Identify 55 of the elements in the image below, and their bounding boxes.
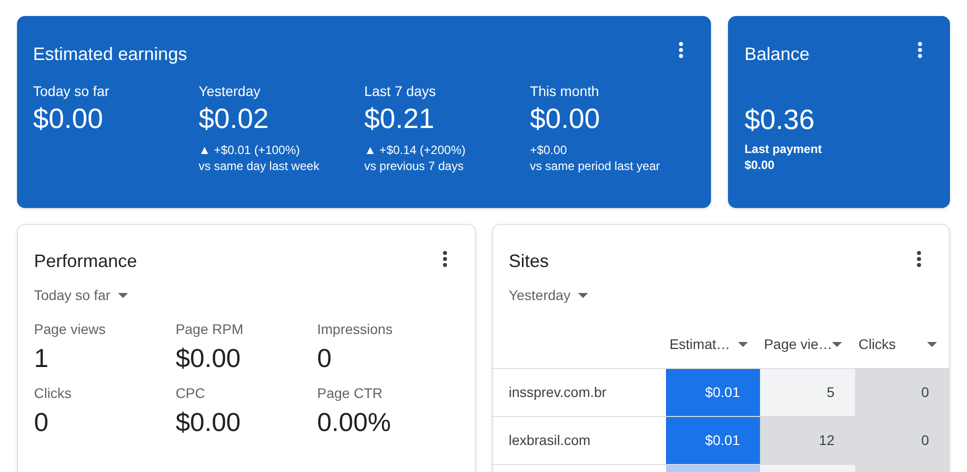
metric-value: $0.02 [198,102,270,136]
column-header[interactable]: Clicks [854,334,949,355]
card-title: Sites [508,250,549,273]
change-text: +$0.00 [530,142,568,158]
column-header[interactable]: Estimat… [665,334,760,355]
last-payment-label: Last payment [744,141,823,157]
metric-label: Today so far [33,82,110,100]
comparison-text: vs previous 7 days [364,158,465,174]
change-text: ▲ +$0.01 (+100%) [198,142,301,158]
heatmap-cell: $0.01 [666,417,760,464]
change-text: ▲ +$0.14 (+200%) [364,142,466,158]
comparison-text: vs same day last week [198,158,320,174]
caret-icon [578,293,588,298]
metric-label: Last 7 days [364,82,437,100]
metric-value: $0.00 [33,102,104,136]
metric-value: $0.00 [176,342,242,374]
caret-icon [832,342,842,347]
metric-value: $0.00 [530,102,601,136]
heatmap-cell: 5 [760,369,854,416]
card-title: Balance [744,43,810,66]
metric-label: Impressions [317,320,394,338]
metric-label: Page RPM [176,320,244,338]
metric-value: 1 [34,342,50,374]
column-header[interactable]: Page vie… [760,334,854,355]
caret-icon [926,342,937,347]
metric-label: This month [530,82,600,100]
more-vert-icon [442,251,447,267]
card-title: Performance [34,250,138,273]
comparison-text: vs same period last year [530,158,661,174]
metric-label: Yesterday [198,82,262,100]
metric-value: 0 [34,406,50,438]
period-dropdown[interactable]: Today so far [34,285,128,306]
heatmap-cell: 0 [854,369,949,416]
balance-value: $0.36 [744,103,816,137]
caret-icon [118,293,128,298]
metric-label: Clicks [34,384,72,402]
heatmap-cell: $0.01 [666,369,760,416]
card-title: Estimated earnings [33,43,188,66]
metric-label: Page CTR [317,384,384,402]
more-vert-icon [917,251,921,267]
period-dropdown[interactable]: Yesterday [508,285,588,306]
metric-label: Page views [34,320,107,338]
metric-value: $0.00 [176,406,242,438]
metric-value: 0.00% [317,406,392,438]
heatmap-cell: 12 [760,417,854,464]
last-payment-value: $0.00 [744,157,776,173]
more-vert-icon [918,42,922,58]
site-name-cell-text: lexbrasil.com [508,431,592,450]
caret-icon [738,342,748,347]
site-name-cell-text: inssprev.com.br [508,383,608,402]
heatmap-cell: 0 [854,417,949,464]
metric-label: CPC [176,384,206,402]
metric-value: 0 [317,342,333,374]
metric-value: $0.21 [364,102,436,136]
more-vert-icon [679,42,684,58]
